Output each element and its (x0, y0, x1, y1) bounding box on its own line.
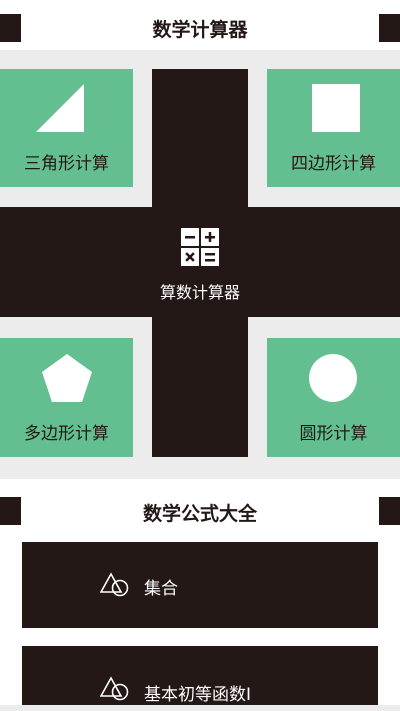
arithmetic-calc-button[interactable]: 算数计算器 (152, 207, 248, 317)
bottom-scroll-edge (0, 705, 400, 711)
shapes-icon (100, 676, 129, 701)
calculator-icon (181, 228, 219, 266)
polygon-calc-label: 多边形计算 (24, 424, 109, 444)
triangle-icon (36, 84, 84, 132)
polygon-calc-tile[interactable]: 多边形计算 (0, 338, 133, 457)
pentagon-icon (42, 354, 92, 402)
formula-item-label: 基本初等函数I (144, 685, 252, 705)
triangle-calc-label: 三角形计算 (24, 154, 109, 174)
formula-item-sets[interactable]: 集合 (22, 542, 378, 628)
arithmetic-calc-label: 算数计算器 (159, 283, 240, 302)
formulas-title: 数学公式大全 (142, 503, 257, 525)
shapes-icon (100, 572, 129, 597)
circle-calc-label: 圆形计算 (299, 424, 368, 444)
formula-item-label: 集合 (144, 579, 178, 599)
page-title: 数学计算器 (152, 19, 248, 41)
triangle-calc-tile[interactable]: 三角形计算 (0, 69, 133, 187)
circle-icon (309, 354, 357, 402)
quadrilateral-calc-label: 四边形计算 (291, 154, 376, 174)
quadrilateral-calc-tile[interactable]: 四边形计算 (267, 69, 400, 187)
square-icon (312, 84, 360, 132)
formula-item-elementary-functions[interactable]: 基本初等函数I (22, 646, 378, 711)
circle-calc-tile[interactable]: 圆形计算 (267, 338, 400, 457)
